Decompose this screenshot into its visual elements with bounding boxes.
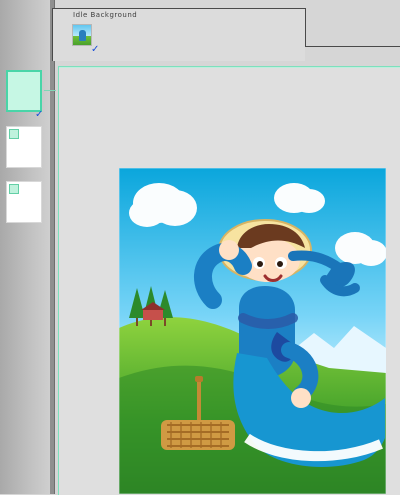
rail-card-3-marker	[9, 184, 19, 194]
left-divider	[50, 0, 55, 494]
artwork-svg	[119, 168, 386, 494]
rail-card-1[interactable]	[6, 70, 42, 112]
idle-background-tab[interactable]: Idle Background ✓	[52, 8, 306, 61]
background-artwork	[119, 168, 386, 494]
rail-card-2[interactable]	[6, 126, 42, 168]
top-right-bar	[305, 46, 400, 61]
thumbnail-figure	[79, 30, 86, 41]
canvas-top-line	[59, 67, 400, 68]
rail-connector	[44, 90, 56, 91]
rail-card-3[interactable]	[6, 181, 42, 223]
background-thumbnail-icon[interactable]	[72, 24, 92, 46]
tab-check-icon: ✓	[91, 44, 100, 55]
rail-card-2-marker	[9, 129, 19, 139]
check-icon: ✓	[35, 109, 44, 120]
tab-title: Idle Background	[73, 11, 138, 19]
